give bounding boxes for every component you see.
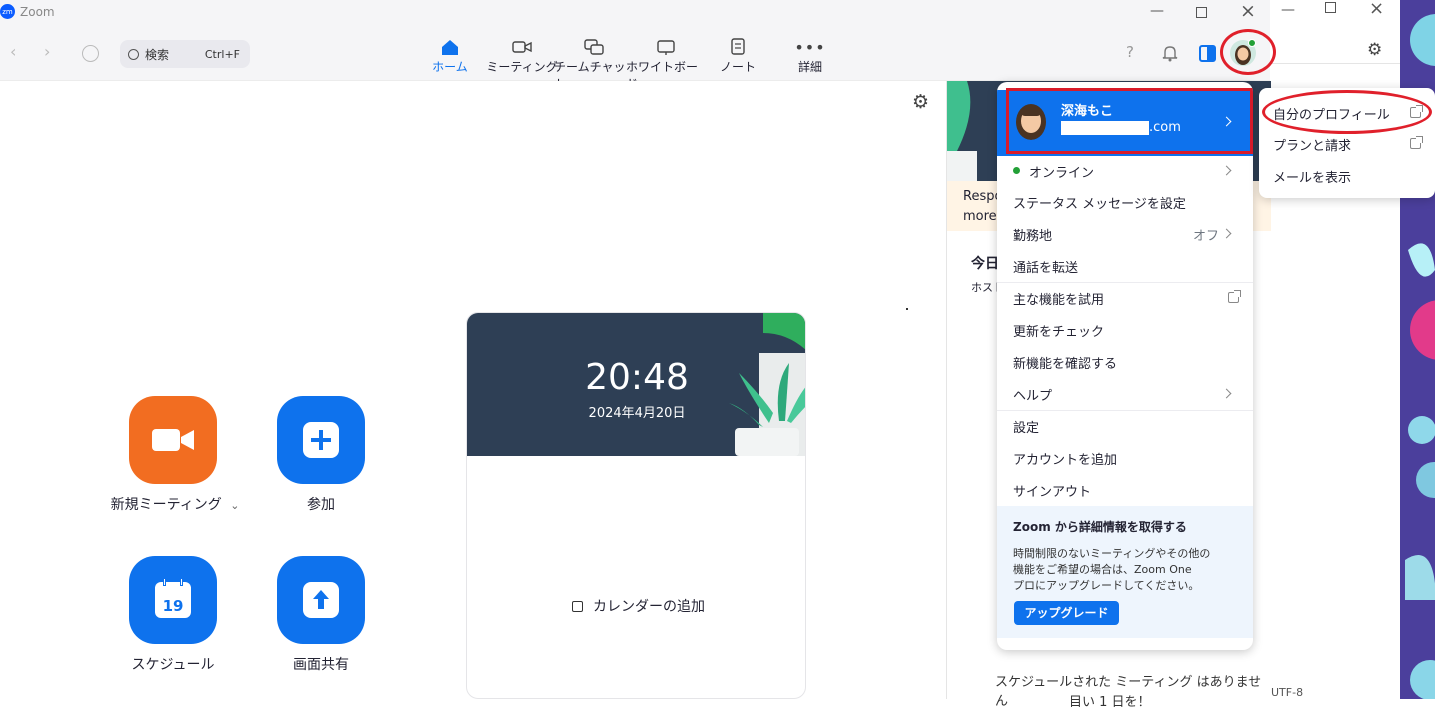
external-link-icon — [1410, 136, 1423, 149]
logo-text: zm — [2, 7, 13, 16]
promo-body-line1: 時間制限のないミーティングやその他の — [1013, 547, 1211, 560]
search-shortcut: Ctrl+F — [204, 47, 240, 61]
forward-arrow-icon[interactable]: › — [44, 42, 50, 61]
close-button[interactable]: × — [1240, 0, 1256, 22]
minimize-icon[interactable]: — — [1281, 2, 1295, 18]
online-status-dot-menu — [1013, 167, 1020, 174]
today-heading: 今日 — [971, 256, 999, 272]
online-chevron-icon — [1221, 165, 1232, 176]
menu-item-call-forward[interactable]: 通話を転送 — [1013, 257, 1078, 276]
history-icon[interactable] — [82, 45, 99, 62]
bottom-greeting: 目い 1 日を！ — [1069, 695, 1151, 710]
whiteboard-icon — [656, 36, 676, 58]
email-redaction — [1061, 121, 1149, 135]
calendar-small-icon — [572, 600, 583, 612]
calendar-icon: 19 — [155, 578, 191, 618]
work-location-chevron-icon — [1221, 228, 1232, 239]
more-icon: ••• — [794, 37, 826, 57]
work-location-value: オフ — [1192, 229, 1219, 244]
menu-item-settings[interactable]: 設定 — [1013, 417, 1039, 436]
submenu-item-view-email[interactable]: メールを表示 — [1273, 167, 1351, 186]
chevron-down-icon[interactable]: ⌄ — [230, 499, 239, 512]
profile-menu: 深海もこ .com オンライン ステータス メッセージを設定 勤務地 オフ 通話… — [997, 82, 1253, 650]
tab-notes-label: ノート — [719, 60, 756, 74]
side-panel-toggle-icon[interactable] — [1199, 45, 1216, 62]
profile-name: 深海もこ — [1061, 104, 1114, 119]
menu-item-sign-out[interactable]: サインアウト — [1013, 481, 1091, 500]
notes-icon — [730, 36, 746, 58]
window-title: Zoom — [20, 5, 55, 19]
search-label: 検索 — [145, 47, 170, 62]
menu-item-help[interactable]: ヘルプ — [1013, 385, 1052, 404]
menu-item-whats-new[interactable]: 新機能を確認する — [1013, 353, 1117, 372]
plant-illustration — [729, 313, 805, 456]
tab-notes[interactable]: ノート — [698, 36, 778, 75]
clock-card: 20:48 2024年4月20日 カレンダーの追加 — [466, 312, 806, 699]
share-screen-label: 画面共有 — [293, 657, 349, 673]
tab-meetings-label: ミーティング — [486, 60, 558, 74]
notice-text-line2: more — [963, 209, 997, 224]
gear-icon[interactable]: ⚙ — [1367, 40, 1382, 60]
minimize-button[interactable]: — — [1150, 3, 1164, 19]
maximize-button[interactable] — [1196, 7, 1207, 18]
menu-divider — [997, 410, 1253, 411]
add-calendar-text: カレンダーの追加 — [593, 599, 705, 615]
home-icon — [441, 36, 459, 58]
maximize-icon[interactable] — [1325, 2, 1336, 13]
upgrade-button[interactable]: アップグレード — [1014, 601, 1119, 625]
bell-icon[interactable] — [1161, 44, 1179, 66]
share-screen-button[interactable] — [277, 556, 365, 644]
schedule-label: スケジュール — [131, 657, 215, 673]
external-link-icon — [1228, 290, 1241, 303]
profile-avatar — [1015, 102, 1047, 140]
menu-divider — [997, 282, 1253, 283]
tab-home-label: ホーム — [432, 60, 468, 74]
tab-meetings[interactable]: ミーティング — [482, 36, 562, 75]
back-arrow-icon[interactable]: ‹ — [10, 42, 16, 61]
dot-marker — [906, 308, 908, 310]
profile-email: .com — [1149, 120, 1181, 135]
join-label: 参加 — [307, 497, 335, 513]
clock-header: 20:48 2024年4月20日 — [467, 313, 805, 456]
promo-title: Zoom から詳細情報を取得する — [1013, 520, 1187, 534]
search-box[interactable]: 検索 Ctrl+F — [120, 40, 250, 68]
zoom-logo-icon: zm — [0, 4, 15, 19]
schedule-button[interactable]: 19 — [129, 556, 217, 644]
menu-item-work-location[interactable]: 勤務地 — [1013, 225, 1052, 244]
divider — [1269, 63, 1401, 64]
main-toolbar: ‹ › 検索 Ctrl+F ホーム ミーティング チームチャット ホワイトボード… — [0, 26, 1276, 91]
tab-more[interactable]: ••• 詳細 — [770, 36, 850, 75]
close-icon[interactable]: × — [1369, 0, 1384, 19]
annotation-circle-profile — [1262, 90, 1432, 134]
search-icon — [128, 48, 139, 60]
help-icon[interactable]: ? — [1126, 43, 1134, 61]
chat-icon — [584, 36, 604, 58]
video-camera-icon — [152, 429, 194, 451]
new-meeting-button[interactable] — [129, 396, 217, 484]
join-button[interactable] — [277, 396, 365, 484]
menu-item-add-account[interactable]: アカウントを追加 — [1013, 449, 1117, 468]
plus-icon — [303, 422, 339, 458]
menu-item-status-message[interactable]: ステータス メッセージを設定 — [1013, 193, 1186, 212]
new-meeting-label: 新規ミーティング ⌄ — [95, 494, 255, 514]
tab-more-label: 詳細 — [797, 60, 822, 74]
menu-item-try-features[interactable]: 主な機能を試用 — [1013, 289, 1104, 308]
submenu-item-plan-billing[interactable]: プランと請求 — [1273, 135, 1351, 154]
title-bar: zm Zoom — × — [0, 0, 1270, 26]
tab-home[interactable]: ホーム — [410, 36, 490, 75]
menu-item-online[interactable]: オンライン — [1029, 162, 1094, 181]
new-meeting-text: 新規ミーティング — [110, 497, 222, 513]
settings-gear-icon[interactable]: ⚙ — [912, 91, 929, 113]
help-chevron-icon — [1221, 388, 1232, 399]
add-calendar-link[interactable]: カレンダーの追加 — [572, 596, 705, 616]
promo-body-line3: プロにアップグレードしてください。 — [1013, 579, 1200, 592]
calendar-day-number: 19 — [162, 597, 184, 615]
menu-item-check-updates[interactable]: 更新をチェック — [1013, 321, 1104, 340]
encoding-status: UTF-8 — [1271, 686, 1304, 699]
promo-body-line2: 機能をご希望の場合は、Zoom One — [1013, 563, 1192, 576]
video-icon — [512, 36, 532, 58]
upload-arrow-icon — [303, 582, 339, 618]
annotation-circle-avatar — [1220, 29, 1276, 75]
